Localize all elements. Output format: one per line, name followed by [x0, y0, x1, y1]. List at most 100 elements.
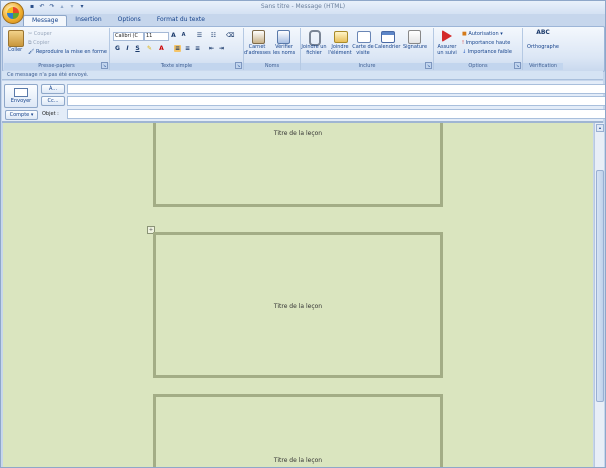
clipboard-group: Coller ✂ Couper ⧉ Copier 🖌 Reproduire la…	[4, 28, 110, 70]
grow-font-icon[interactable]: A	[170, 32, 177, 39]
format-painter-label: Reproduire la mise en forme	[35, 49, 107, 55]
permission-button[interactable]: ■ Autorisation ▾	[462, 31, 503, 37]
scrollbar-thumb[interactable]	[596, 170, 604, 402]
clipboard-launcher-icon[interactable]: ↘	[101, 62, 108, 69]
font-size-combo[interactable]: 11	[144, 32, 169, 41]
exclamation-icon: !	[462, 40, 465, 46]
lesson-frame: Titre de la leçon	[153, 394, 443, 467]
format-painter-button[interactable]: 🖌 Reproduire la mise en forme	[28, 49, 107, 55]
cc-field[interactable]	[67, 96, 605, 106]
options-launcher-icon[interactable]: ↘	[514, 62, 521, 69]
copy-button[interactable]: ⧉ Copier	[28, 40, 49, 46]
customize-qat-icon[interactable]: ▾	[78, 3, 86, 11]
title-bar: Sans titre - Message (HTML) ▪ ↶ ↷ ▴ ▾ ▾	[1, 1, 605, 14]
quick-access-toolbar: ▪ ↶ ↷ ▴ ▾ ▾	[26, 3, 86, 12]
cut-button[interactable]: ✂ Couper	[28, 31, 52, 37]
font-color-icon[interactable]: A	[158, 45, 165, 52]
lesson-title: Titre de la leçon	[273, 303, 323, 310]
permission-icon: ■	[462, 31, 467, 37]
spelling-button[interactable]: Orthographe	[523, 44, 563, 50]
basic-text-launcher-icon[interactable]: ↘	[235, 62, 242, 69]
align-center-icon[interactable]: ≡	[184, 45, 191, 52]
account-button[interactable]: Compte ▾	[5, 110, 38, 120]
bullets-icon[interactable]: ☰	[196, 32, 203, 39]
undo-icon[interactable]: ↶	[38, 3, 46, 11]
attach-file-button[interactable]: Joindre un fichier	[301, 44, 327, 56]
message-header: Envoyer À... Cc... Compte ▾ Objet :	[2, 81, 605, 121]
paste-icon	[8, 30, 24, 47]
check-names-button[interactable]: Vérifier les noms	[271, 44, 297, 56]
highlight-icon[interactable]: ✎	[146, 45, 153, 52]
include-group-label: Inclure	[301, 63, 433, 70]
importance-low-label: Importance faible	[467, 49, 512, 55]
account-label: Compte	[9, 112, 30, 118]
tab-insertion[interactable]: Insertion	[67, 15, 109, 25]
clipboard-group-label: Presse-papiers	[4, 63, 109, 70]
send-button[interactable]: Envoyer	[4, 84, 38, 108]
info-bar: Ce message n'a pas été envoyé.	[2, 71, 603, 80]
office-logo-icon	[7, 7, 19, 19]
to-field[interactable]	[67, 84, 605, 94]
up-arrow-icon[interactable]: ▴	[58, 3, 66, 11]
ribbon: Coller ✂ Couper ⧉ Copier 🖌 Reproduire la…	[2, 26, 605, 72]
message-body[interactable]: Titre de la leçon + Titre de la leçon Ti…	[3, 123, 593, 467]
clear-format-icon[interactable]: ⌫	[226, 32, 234, 39]
copy-label: Copier	[33, 40, 50, 46]
send-label: Envoyer	[10, 98, 32, 104]
tab-options[interactable]: Options	[110, 15, 149, 25]
tab-format-text[interactable]: Format du texte	[149, 15, 213, 25]
importance-low-button[interactable]: ↓ Importance faible	[462, 49, 512, 55]
increase-indent-icon[interactable]: ⇥	[218, 45, 225, 52]
decrease-indent-icon[interactable]: ⇤	[208, 45, 215, 52]
spelling-icon: ABC	[536, 29, 550, 36]
names-group: Carnet d'adresses Vérifier les noms Noms	[244, 28, 301, 70]
business-card-icon	[357, 31, 371, 43]
calendar-icon	[381, 31, 395, 43]
redo-icon[interactable]: ↷	[48, 3, 56, 11]
subject-field[interactable]	[67, 109, 605, 119]
lesson-title: Titre de la leçon	[273, 457, 323, 464]
address-book-icon	[252, 30, 265, 44]
down-arrow-icon[interactable]: ▾	[68, 3, 76, 11]
outlook-message-window: Sans titre - Message (HTML) ▪ ↶ ↷ ▴ ▾ ▾ …	[0, 0, 606, 468]
font-name-combo[interactable]: Calibri (C	[113, 32, 144, 41]
include-launcher-icon[interactable]: ↘	[425, 62, 432, 69]
proofing-group-label: Vérification	[523, 63, 563, 70]
align-left-icon[interactable]: ≡	[174, 45, 181, 52]
options-group-label: Options	[434, 63, 522, 70]
signature-button[interactable]: Signature	[401, 44, 429, 50]
align-right-icon[interactable]: ≡	[194, 45, 201, 52]
scroll-up-icon[interactable]: ▴	[596, 124, 604, 132]
bold-icon[interactable]: G	[114, 45, 121, 52]
calendar-button[interactable]: Calendrier	[374, 44, 401, 50]
check-names-icon	[277, 30, 290, 44]
window-title: Sans titre - Message (HTML)	[260, 3, 346, 10]
subject-label: Objet :	[42, 111, 59, 117]
italic-icon[interactable]: I	[124, 45, 131, 52]
to-button[interactable]: À...	[41, 84, 65, 94]
shrink-font-icon[interactable]: A	[180, 32, 187, 39]
business-card-button[interactable]: Carte de visite	[351, 44, 375, 56]
tab-message[interactable]: Message	[23, 15, 68, 26]
importance-high-button[interactable]: ! Importance haute	[462, 40, 510, 46]
include-group: Joindre un fichier Joindre l'élément Car…	[301, 28, 434, 70]
follow-up-button[interactable]: Assurer un suivi	[434, 44, 460, 56]
numbering-icon[interactable]: ☷	[210, 32, 217, 39]
save-icon[interactable]: ▪	[28, 3, 36, 11]
down-arrow-blue-icon: ↓	[462, 49, 467, 55]
office-button[interactable]	[2, 2, 24, 24]
signature-icon	[408, 30, 421, 44]
basic-text-group: Calibri (C 11 A A ☰ ☷ ⌫ G I S ✎ A ≡ ≡ ≡ …	[110, 28, 244, 70]
underline-icon[interactable]: S	[134, 45, 141, 52]
vertical-scrollbar[interactable]: ▴	[594, 123, 604, 467]
proofing-group: ABC Orthographe Vérification	[523, 28, 563, 70]
options-group: Assurer un suivi ■ Autorisation ▾ ! Impo…	[434, 28, 523, 70]
cc-button[interactable]: Cc...	[41, 96, 65, 106]
address-book-button[interactable]: Carnet d'adresses	[244, 44, 271, 56]
importance-high-label: Importance haute	[465, 40, 511, 46]
paste-button[interactable]: Coller	[6, 47, 24, 53]
attach-item-button[interactable]: Joindre l'élément	[327, 44, 353, 56]
cut-label: Couper	[33, 31, 52, 37]
lesson-title: Titre de la leçon	[273, 130, 323, 137]
follow-up-flag-icon	[442, 30, 452, 42]
